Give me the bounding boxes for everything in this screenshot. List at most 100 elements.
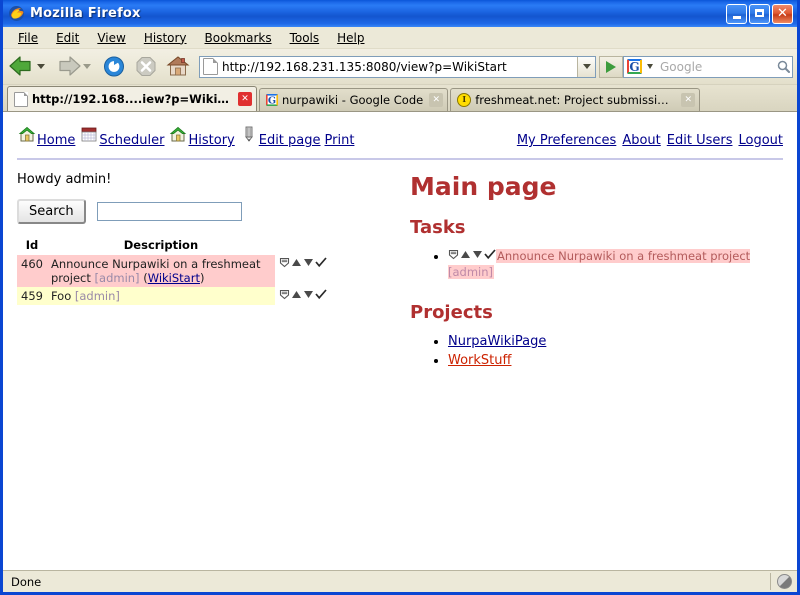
back-button[interactable] — [7, 53, 51, 81]
check-icon[interactable] — [315, 289, 327, 303]
menu-file[interactable]: File — [9, 29, 47, 47]
link-my-preferences[interactable]: My Preferences — [517, 133, 617, 148]
tab-freshmeat[interactable]: I freshmeat.net: Project submission - St… — [450, 88, 701, 111]
tab-nurpawiki-google-code[interactable]: G nurpawiki - Google Code ✕ — [259, 88, 449, 111]
search-bar[interactable]: G Google — [623, 55, 793, 78]
link-about[interactable]: About — [622, 133, 660, 148]
nav-print-link[interactable]: Print — [325, 133, 355, 148]
check-icon[interactable] — [484, 248, 496, 264]
reload-button[interactable] — [99, 53, 129, 81]
menu-help[interactable]: Help — [328, 29, 373, 47]
window-controls: ✕ — [726, 3, 795, 24]
check-icon[interactable] — [315, 257, 327, 271]
stop-icon — [131, 53, 161, 81]
google-favicon-icon: G — [266, 94, 278, 107]
tab-wikistart[interactable]: http://192.168....iew?p=WikiStart ✕ — [7, 86, 257, 111]
nav-edit-page-link[interactable]: Edit page — [259, 133, 321, 148]
nav-edit-page[interactable]: Edit page — [239, 124, 321, 148]
tab-close-button[interactable]: ✕ — [429, 93, 444, 107]
projects-list: NurpaWikiPage WorkStuff — [410, 333, 783, 369]
task-actions — [274, 255, 331, 287]
minimize-button[interactable] — [726, 3, 747, 24]
link-logout[interactable]: Logout — [738, 133, 783, 148]
tasks-heading: Tasks — [410, 217, 466, 238]
nav-print[interactable]: Print — [325, 133, 355, 148]
project-link-workstuff[interactable]: WorkStuff — [448, 353, 511, 368]
forward-dropdown-icon[interactable] — [83, 64, 91, 69]
nav-history-link[interactable]: History — [188, 133, 234, 148]
down-arrow-icon[interactable] — [303, 257, 314, 271]
table-row[interactable]: 459 Foo [admin] — [17, 287, 331, 305]
menu-tools[interactable]: Tools — [281, 29, 329, 47]
page-title: Main page — [410, 172, 557, 201]
search-input[interactable]: Google — [656, 60, 774, 74]
column-header-id: Id — [25, 238, 39, 252]
nav-scheduler-link[interactable]: Scheduler — [99, 133, 164, 148]
search-engine-dropdown[interactable] — [644, 57, 656, 77]
calendar-icon — [79, 124, 99, 148]
task-id: 460 — [17, 255, 47, 287]
chevron-down-icon — [647, 64, 653, 69]
task-user: [admin] — [94, 271, 140, 285]
search-button[interactable]: Search — [17, 199, 86, 224]
priority-icon[interactable] — [279, 257, 290, 271]
task-text: Foo — [50, 289, 72, 303]
svg-text:G: G — [268, 96, 276, 106]
url-bar[interactable]: http://192.168.231.135:8080/view?p=WikiS… — [199, 55, 596, 78]
navigation-toolbar: http://192.168.231.135:8080/view?p=WikiS… — [3, 49, 797, 85]
title-bar: Mozilla Firefox ✕ — [3, 0, 797, 27]
go-button[interactable] — [599, 55, 623, 78]
page-content: Home Scheduler History Edit page Print M… — [3, 112, 797, 570]
nav-history[interactable]: History — [168, 124, 235, 148]
tab-label: freshmeat.net: Project submission - St..… — [475, 93, 675, 107]
priority-icon[interactable] — [448, 248, 459, 264]
firefox-icon — [8, 5, 25, 22]
svg-text:G: G — [629, 60, 639, 74]
menu-edit[interactable]: Edit — [47, 29, 88, 47]
stop-button[interactable] — [131, 53, 161, 81]
nav-scheduler[interactable]: Scheduler — [79, 124, 164, 148]
nav-home[interactable]: Home — [17, 124, 75, 148]
chevron-down-icon — [582, 64, 591, 69]
menu-view[interactable]: View — [88, 29, 134, 47]
project-link-nurpawikipage[interactable]: NurpaWikiPage — [448, 334, 546, 349]
column-header-actions — [275, 238, 331, 255]
paren-close: ) — [199, 271, 205, 285]
content-columns: Howdy admin! Search Id Description 460 A… — [17, 172, 783, 391]
down-arrow-icon[interactable] — [472, 248, 483, 264]
table-header-row: Id Description — [17, 238, 331, 255]
priority-icon[interactable] — [279, 289, 290, 303]
up-arrow-icon[interactable] — [460, 248, 471, 264]
task-table: Id Description 460 Announce Nurpawiki on… — [17, 238, 331, 305]
window-title: Mozilla Firefox — [30, 6, 141, 21]
home-button[interactable] — [163, 53, 193, 81]
down-arrow-icon[interactable] — [303, 289, 314, 303]
tab-close-button[interactable]: ✕ — [681, 93, 696, 107]
task-description: Foo [admin] — [46, 287, 275, 305]
document-favicon-icon — [14, 91, 28, 107]
maximize-button[interactable] — [749, 3, 770, 24]
greeting-text: Howdy admin! — [17, 172, 112, 187]
task-page-link[interactable]: WikiStart — [148, 271, 200, 285]
url-input[interactable]: http://192.168.231.135:8080/view?p=WikiS… — [222, 60, 577, 74]
right-column: Main page Tasks Announce Nurpawiki on a … — [402, 172, 783, 391]
url-dropdown-button[interactable] — [577, 56, 595, 77]
magnifier-icon[interactable] — [774, 57, 792, 77]
close-button[interactable]: ✕ — [772, 3, 793, 24]
nav-home-link[interactable]: Home — [37, 133, 75, 148]
go-arrow-icon — [606, 60, 616, 73]
list-item: WorkStuff — [448, 352, 783, 369]
pencil-icon — [239, 124, 259, 148]
menu-bookmarks[interactable]: Bookmarks — [196, 29, 281, 47]
search-input[interactable] — [96, 202, 242, 221]
back-dropdown-icon[interactable] — [37, 64, 45, 69]
up-arrow-icon[interactable] — [291, 289, 302, 303]
browser-window: Mozilla Firefox ✕ File Edit View History… — [0, 0, 800, 595]
table-row[interactable]: 460 Announce Nurpawiki on a freshmeat pr… — [17, 255, 331, 287]
up-arrow-icon[interactable] — [291, 257, 302, 271]
menu-history[interactable]: History — [135, 29, 196, 47]
forward-button[interactable] — [53, 53, 97, 81]
link-edit-users[interactable]: Edit Users — [667, 133, 733, 148]
security-indicator[interactable] — [771, 574, 797, 589]
tab-close-button[interactable]: ✕ — [238, 92, 252, 106]
